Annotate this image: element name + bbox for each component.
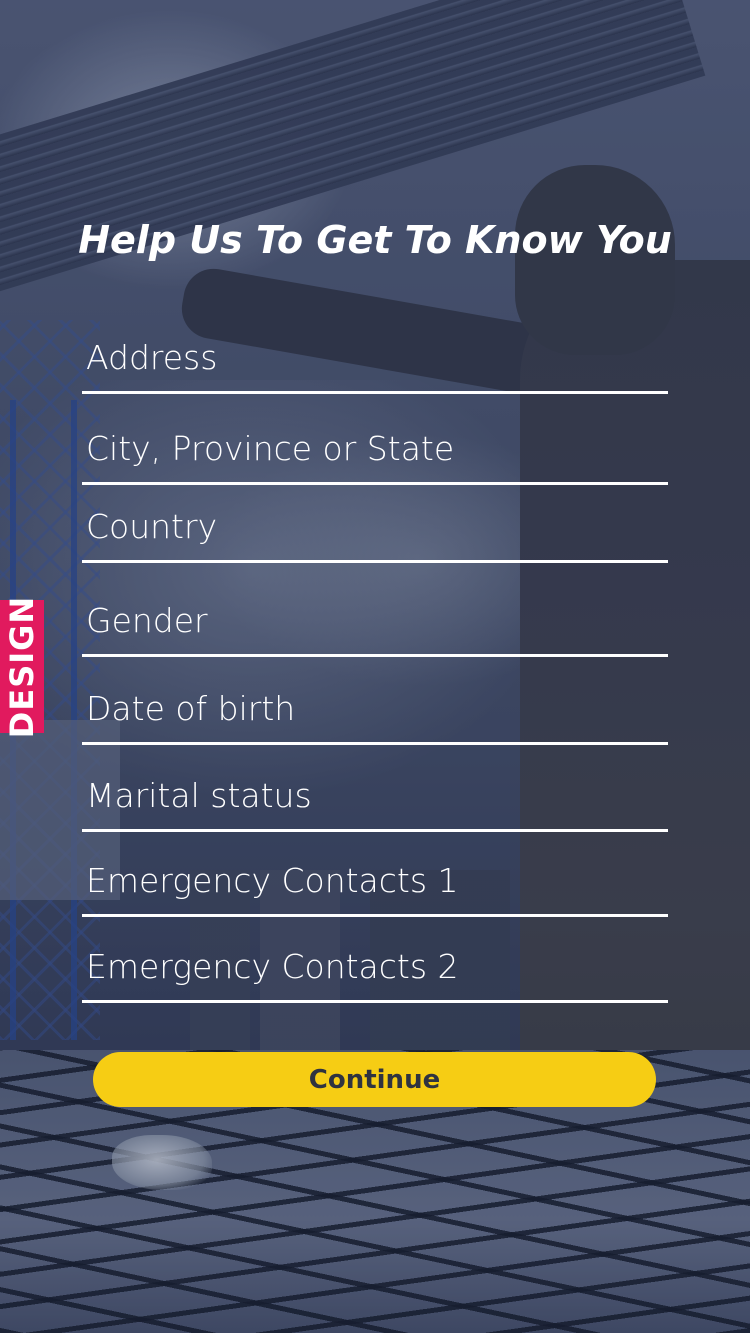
country-input[interactable] <box>86 507 664 546</box>
page-title: Help Us To Get To Know You <box>78 218 672 262</box>
background-overlay <box>0 0 750 1333</box>
design-badge-label: DESIGN <box>3 595 42 738</box>
country-field-row <box>82 500 668 563</box>
continue-button[interactable]: Continue <box>93 1052 656 1107</box>
city-field-row <box>82 422 668 485</box>
emergency-contact-2-input[interactable] <box>86 947 664 986</box>
emergency-contact-2-field-row <box>82 940 668 1003</box>
gender-field-row <box>82 594 668 657</box>
date-of-birth-input[interactable] <box>86 689 664 728</box>
emergency-contact-1-field-row <box>82 854 668 917</box>
city-input[interactable] <box>86 429 664 468</box>
address-input[interactable] <box>86 338 664 377</box>
design-badge: DESIGN <box>0 595 44 738</box>
address-field-row <box>82 331 668 394</box>
emergency-contact-1-input[interactable] <box>86 861 664 900</box>
marital-status-input[interactable] <box>86 776 664 815</box>
gender-input[interactable] <box>86 601 664 640</box>
date-of-birth-field-row <box>82 682 668 745</box>
marital-status-field-row <box>82 769 668 832</box>
